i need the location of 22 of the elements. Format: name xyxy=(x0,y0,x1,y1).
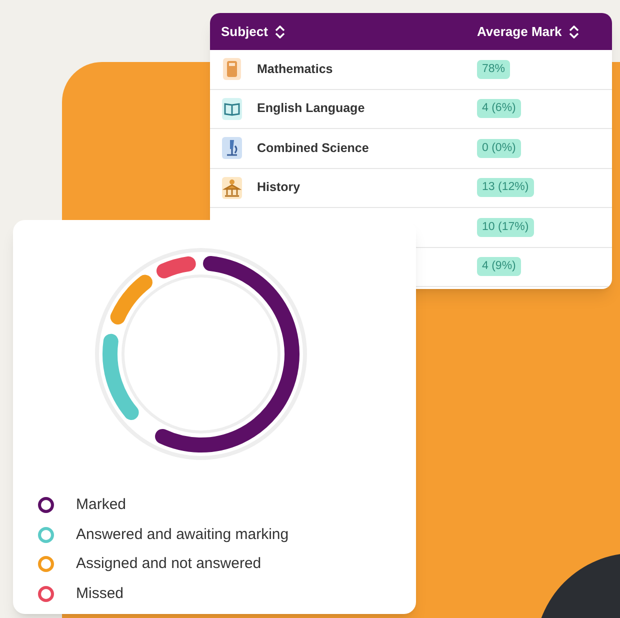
mark-badge: 4 (9%) xyxy=(477,257,521,276)
mark-badge: 13 (12%) xyxy=(477,178,534,198)
subject-name: History xyxy=(257,179,300,196)
legend-label: Answered and awaiting marking xyxy=(76,524,289,544)
legend-label: Marked xyxy=(76,495,126,515)
legend-label: Missed xyxy=(76,584,124,604)
microscope-icon xyxy=(221,136,243,160)
sort-icon xyxy=(274,24,286,38)
legend-label: Assigned and not answered xyxy=(76,554,262,574)
subject-name: Combined Science xyxy=(257,140,369,157)
subject-name: Mathematics xyxy=(257,60,333,78)
book-icon xyxy=(221,96,243,121)
subject-name: English Language xyxy=(257,100,365,118)
monument-icon xyxy=(221,176,243,200)
mark-badge: 4 (6%) xyxy=(477,99,521,118)
column-header[interactable]: Subject xyxy=(221,22,477,42)
mark-badge: 78% xyxy=(477,60,510,79)
mark-badge: 0 (0%) xyxy=(477,138,521,158)
calculator-icon xyxy=(221,57,243,82)
column-header[interactable]: Average Mark xyxy=(477,22,580,42)
mark-badge: 10 (17%) xyxy=(477,218,534,237)
sort-icon xyxy=(568,24,580,38)
